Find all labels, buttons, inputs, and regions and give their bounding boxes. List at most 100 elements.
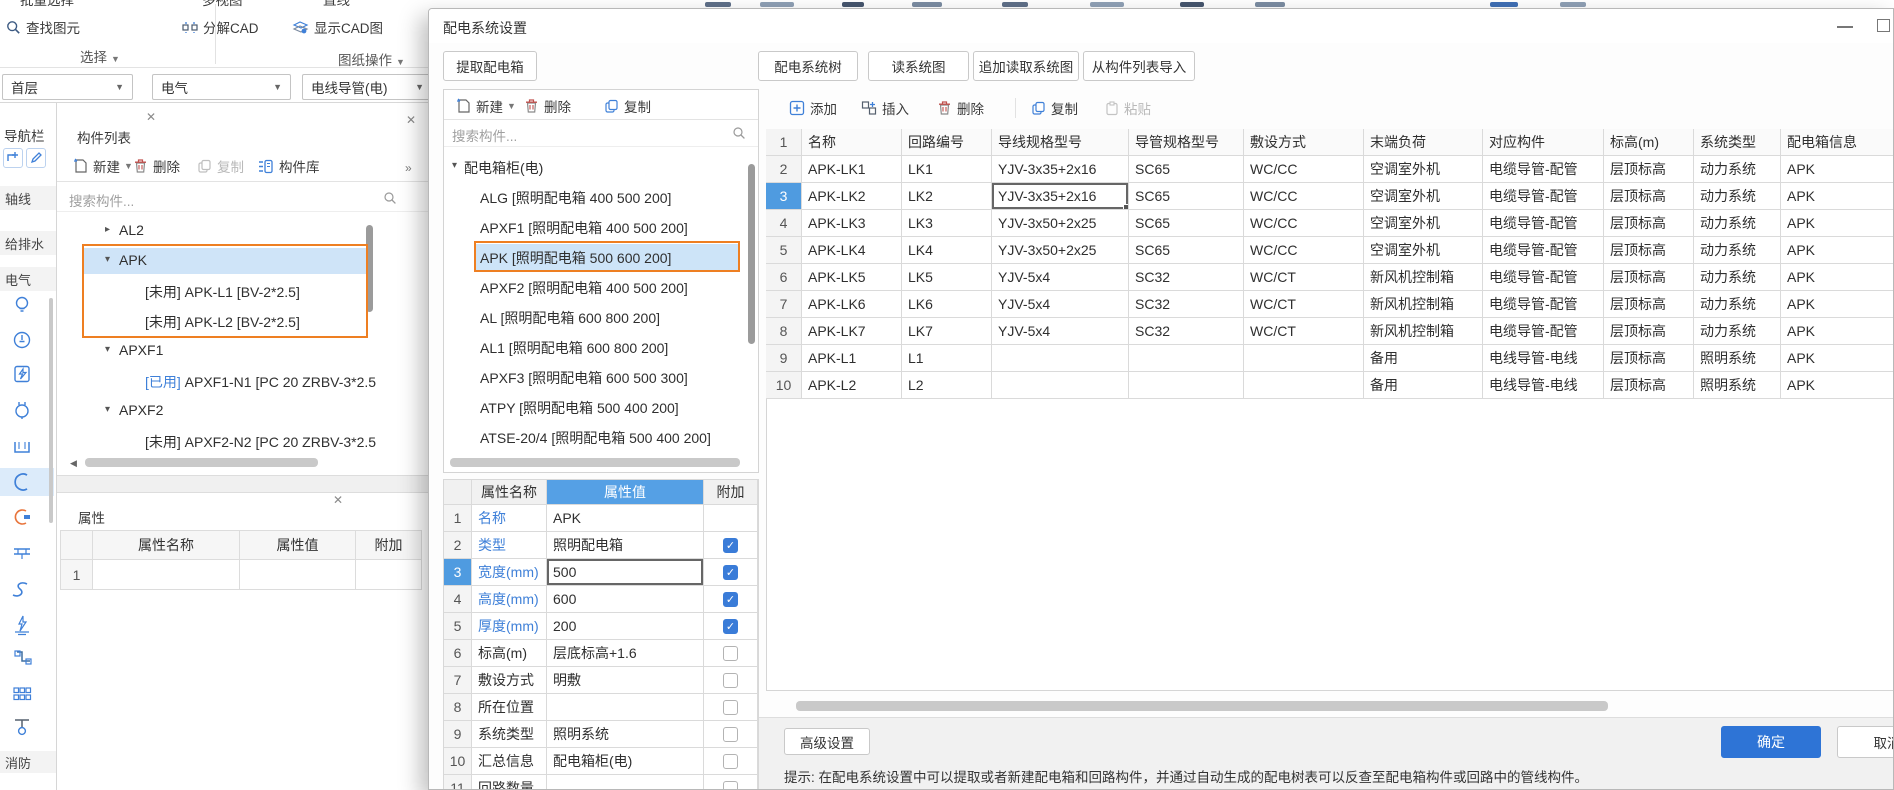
component-tree-vscrollbar[interactable] [366,225,373,312]
circuit-cell[interactable]: 空调室外机 [1364,156,1483,183]
circuit-cell[interactable]: YJV-3x35+2x16 [992,183,1129,210]
circuit-table-row[interactable]: 3 APK-LK2 LK2 YJV-3x35+2x16 SC65 WC/CC 空调室外机 电缆… [766,183,1893,210]
property-check-cell[interactable] [704,748,758,775]
circuit-cell[interactable]: 动力系统 [1694,237,1781,264]
circuit-cell[interactable]: 空调室外机 [1364,183,1483,210]
circuit-cell[interactable]: YJV-3x50+2x25 [992,237,1129,264]
property-name-cell[interactable]: 宽度(mm) [472,559,547,586]
component-search-input[interactable]: 搜索构件... [69,190,134,210]
circuit-cell[interactable]: APK [1781,318,1893,345]
tree-expanded-arrow[interactable]: ▾ [105,254,110,265]
insert-row-button[interactable]: 插入 [861,98,909,118]
dialog-tree-root[interactable]: ▾ 配电箱柜(电) [444,152,752,182]
circuit-cell[interactable]: APK-LK3 [802,210,902,237]
tree-collapsed-arrow[interactable]: ▸ [105,224,110,235]
property-name-cell[interactable]: 敷设方式 [472,667,547,694]
attach-checkbox[interactable]: ✓ [723,618,738,634]
dialog-grid-row[interactable]: 2 类型 照明配电箱 ✓ [444,532,758,559]
dialog-tree-vscrollbar[interactable] [748,164,755,344]
circuit-cell[interactable]: 新风机控制箱 [1364,264,1483,291]
properties-cell[interactable] [356,560,422,590]
property-value-cell[interactable] [547,775,704,789]
property-name-cell[interactable]: 类型 [472,532,547,559]
dialog-tree-item[interactable]: APK [照明配电箱 500 600 200] [444,242,752,272]
dialog-tree-item[interactable]: ALG [照明配电箱 400 500 200] [444,182,752,212]
pump-elbow-icon[interactable] [11,648,33,670]
dialog-grid-row[interactable]: 10 汇总信息 配电箱柜(电) [444,748,758,775]
ok-button[interactable]: 确定 [1721,726,1821,758]
row-number-cell[interactable]: 11 [444,775,472,789]
circuit-cell[interactable]: APK [1781,264,1893,291]
circuit-cell[interactable]: 动力系统 [1694,264,1781,291]
circuit-cell[interactable]: APK [1781,345,1893,372]
dialog-grid-row[interactable]: 1 名称 APK [444,505,758,532]
property-check-cell[interactable]: ✓ [704,532,758,559]
circuit-table-row[interactable]: 6 APK-LK5 LK5 YJV-5x4 SC32 WC/CT 新风机控制箱 电缆导管-配管… [766,264,1893,291]
circuit-cell[interactable]: 空调室外机 [1364,210,1483,237]
dialog-grid-row[interactable]: 9 系统类型 照明系统 [444,721,758,748]
close-icon[interactable]: ✕ [146,111,156,123]
distribution-box-icon[interactable] [11,363,33,385]
circuit-cell[interactable]: SC32 [1129,264,1244,291]
append-read-diagram-button[interactable]: 追加读取系统图 [973,51,1079,81]
circuit-cell[interactable]: SC65 [1129,183,1244,210]
find-element-button[interactable]: 查找图元 [6,17,80,37]
circuit-cell[interactable] [1129,372,1244,399]
distribution-tree-button[interactable]: 配电系统树 [758,51,858,81]
tree-expanded-arrow[interactable]: ▾ [105,404,110,415]
circuit-cell[interactable]: WC/CT [1244,264,1364,291]
circuit-cell[interactable]: 备用 [1364,372,1483,399]
circuit-cell[interactable]: LK2 [902,183,992,210]
property-name-cell[interactable]: 厚度(mm) [472,613,547,640]
component-tree-item[interactable]: ▾ APXF2 [57,396,428,426]
circuit-cell[interactable]: WC/CT [1244,291,1364,318]
property-value-cell[interactable]: 200 [547,613,704,640]
advanced-settings-button[interactable]: 高级设置 [784,728,870,755]
circuit-cell[interactable]: WC/CT [1244,318,1364,345]
cancel-button[interactable]: 取消 [1837,726,1893,758]
property-name-cell[interactable]: 高度(mm) [472,586,547,613]
pipe-fitting-icon[interactable] [11,541,33,563]
property-name-cell[interactable]: 系统类型 [472,721,547,748]
dialog-tree-hscrollbar[interactable] [450,458,740,467]
circuit-cell[interactable]: 电缆导管-配管 [1483,210,1604,237]
attach-checkbox[interactable] [723,780,738,789]
circuit-cell[interactable]: 层顶标高 [1604,183,1694,210]
circuit-cell[interactable]: 空调室外机 [1364,237,1483,264]
circuit-cell[interactable]: 层顶标高 [1604,156,1694,183]
circuit-cell[interactable]: APK-LK6 [802,291,902,318]
circuit-cell[interactable]: 层顶标高 [1604,372,1694,399]
major-dropdown[interactable]: 电气 ▼ [152,74,291,100]
property-check-cell[interactable]: ✓ [704,586,758,613]
dialog-delete-button[interactable]: 删除 [524,96,571,116]
edit-button[interactable] [26,148,46,168]
circuit-cell[interactable]: APK-LK4 [802,237,902,264]
dialog-tree-item[interactable]: APXF2 [照明配电箱 400 500 200] [444,272,752,302]
row-number-cell[interactable]: 10 [444,748,472,775]
property-check-cell[interactable]: ✓ [704,613,758,640]
circuit-cell[interactable]: SC32 [1129,318,1244,345]
component-tree-item[interactable]: ▾ APXF1 [57,336,428,366]
properties-cell[interactable] [240,560,356,590]
row-number-cell[interactable]: 5 [444,613,472,640]
circuit-cell[interactable]: SC65 [1129,156,1244,183]
circuit-cell[interactable]: APK [1781,156,1893,183]
circuit-cell[interactable]: 动力系统 [1694,183,1781,210]
property-name-cell[interactable]: 汇总信息 [472,748,547,775]
attach-checkbox[interactable]: ✓ [723,591,738,607]
circuit-cell[interactable]: 电线导管-电线 [1483,345,1604,372]
circuit-cell[interactable]: APK [1781,372,1893,399]
circuit-cell[interactable]: WC/CC [1244,210,1364,237]
property-check-cell[interactable] [704,505,758,532]
circuit-cell[interactable]: 层顶标高 [1604,210,1694,237]
dialog-tree-item[interactable]: APXF3 [照明配电箱 600 500 300] [444,362,752,392]
property-check-cell[interactable] [704,775,758,789]
circuit-table-row[interactable]: 8 APK-LK7 LK7 YJV-5x4 SC32 WC/CT 新风机控制箱 电缆导管-配管… [766,318,1893,345]
circuit-cell[interactable]: APK-L1 [802,345,902,372]
circuit-table-row[interactable]: 9 APK-L1 L1 备用 电线导管-电线 层顶标高 照明系统 APK [766,345,1893,372]
import-from-list-button[interactable]: 从构件列表导入 [1083,51,1195,81]
dialog-grid-row[interactable]: 5 厚度(mm) 200 ✓ [444,613,758,640]
tree-expanded-arrow[interactable]: ▾ [452,160,457,171]
property-value-cell[interactable]: 层底标高+1.6 [547,640,704,667]
socket-icon[interactable] [11,329,33,351]
